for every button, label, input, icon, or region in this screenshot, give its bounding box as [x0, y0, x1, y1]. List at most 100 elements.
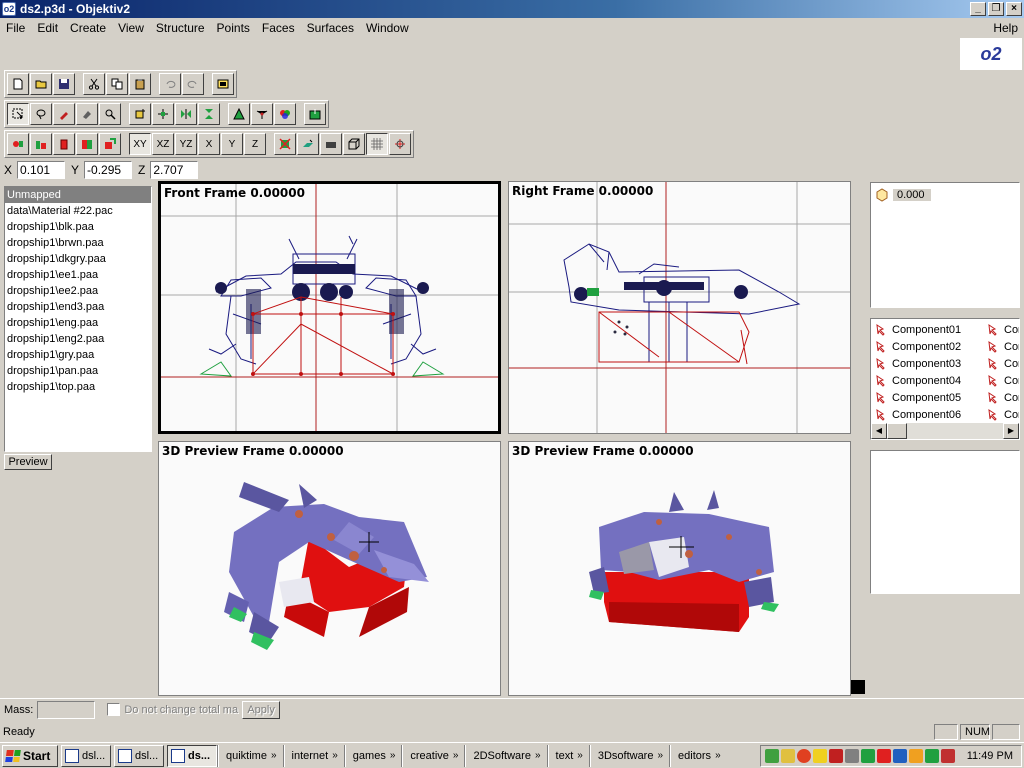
tray-bolt-icon[interactable]: [813, 749, 827, 763]
start-button[interactable]: Start: [2, 744, 58, 767]
view-xz-button[interactable]: XZ: [152, 133, 174, 155]
quicklaunch-group-3dsoftware[interactable]: 3Dsoftware»: [588, 744, 669, 767]
undo-button[interactable]: [159, 73, 181, 95]
paste-button[interactable]: [129, 73, 151, 95]
axis-x-button[interactable]: X: [198, 133, 220, 155]
x-coord-field[interactable]: [17, 161, 66, 179]
menu-edit[interactable]: Edit: [31, 21, 64, 35]
paint-select-button[interactable]: [53, 103, 75, 125]
3d-preview-viewport-right[interactable]: 3D Preview Frame 0.00000: [508, 441, 851, 696]
texture-item[interactable]: dropship1\eng2.paa: [5, 331, 151, 347]
selection-item[interactable]: Com: [987, 338, 1019, 355]
anim-stop-button[interactable]: [53, 133, 75, 155]
move-button[interactable]: [129, 103, 151, 125]
anim-next-button[interactable]: [76, 133, 98, 155]
menu-faces[interactable]: Faces: [256, 21, 301, 35]
restore-button[interactable]: ❐: [988, 2, 1004, 16]
texture-item[interactable]: dropship1\ee1.paa: [5, 267, 151, 283]
color-button[interactable]: [274, 103, 296, 125]
properties-button[interactable]: [212, 73, 234, 95]
bake-button[interactable]: [304, 103, 326, 125]
texture-item[interactable]: dropship1\dkgry.paa: [5, 251, 151, 267]
minimize-button[interactable]: _: [970, 2, 986, 16]
view-yz-button[interactable]: YZ: [175, 133, 197, 155]
o2-app-icon[interactable]: o2: [2, 2, 16, 16]
snap-button[interactable]: [389, 133, 411, 155]
texture-item[interactable]: dropship1\eng.paa: [5, 315, 151, 331]
vertex-button[interactable]: [251, 103, 273, 125]
open-file-button[interactable]: [30, 73, 52, 95]
axis-y-button[interactable]: Y: [221, 133, 243, 155]
selection-item[interactable]: Com: [987, 321, 1019, 338]
mirror-button[interactable]: [175, 103, 197, 125]
quicklaunch-group-2dsoftware[interactable]: 2DSoftware»: [464, 744, 546, 767]
z-coord-field[interactable]: [150, 161, 199, 179]
view-xy-button[interactable]: XY: [129, 133, 151, 155]
copy-button[interactable]: [106, 73, 128, 95]
texture-item[interactable]: Unmapped: [5, 187, 151, 203]
cut-button[interactable]: [83, 73, 105, 95]
tray-antivirus-icon[interactable]: [797, 749, 811, 763]
scroll-left-button[interactable]: ◀: [871, 423, 887, 439]
properties-panel[interactable]: [870, 450, 1020, 594]
viewport-scrollbar[interactable]: [851, 181, 867, 696]
save-button[interactable]: [53, 73, 75, 95]
mass-field[interactable]: [37, 700, 96, 719]
zoom-button[interactable]: [99, 103, 121, 125]
selection-item[interactable]: Com: [987, 389, 1019, 406]
lod-panel[interactable]: 0.000: [870, 182, 1020, 308]
taskbar-task-active[interactable]: ds...: [167, 744, 217, 767]
tray-app-icon[interactable]: [909, 749, 923, 763]
texture-list[interactable]: Unmapped data\Material #22.pac dropship1…: [4, 186, 152, 452]
y-coord-field[interactable]: [84, 161, 133, 179]
create-face-button[interactable]: [228, 103, 250, 125]
menu-structure[interactable]: Structure: [150, 21, 211, 35]
selection-item[interactable]: Component05: [875, 389, 961, 406]
selections-hscrollbar[interactable]: ◀ ▶: [871, 423, 1019, 439]
menu-surfaces[interactable]: Surfaces: [301, 21, 360, 35]
solid-button[interactable]: [320, 133, 342, 155]
clock[interactable]: 11:49 PM: [967, 750, 1013, 762]
selection-item[interactable]: Component02: [875, 338, 961, 355]
resize-grip[interactable]: [851, 680, 865, 694]
scroll-right-button[interactable]: ▶: [1003, 423, 1019, 439]
apply-button[interactable]: Apply: [242, 700, 281, 719]
select-tool-button[interactable]: [7, 103, 29, 125]
texture-item[interactable]: dropship1\pan.paa: [5, 363, 151, 379]
quicklaunch-group-games[interactable]: games»: [343, 744, 402, 767]
scroll-thumb[interactable]: [887, 423, 907, 439]
anim-prev-button[interactable]: [30, 133, 52, 155]
tray-app-icon[interactable]: [829, 749, 843, 763]
tray-app-icon[interactable]: [925, 749, 939, 763]
selection-item[interactable]: Component01: [875, 321, 961, 338]
taskbar-task[interactable]: dsl...: [61, 744, 111, 767]
menu-window[interactable]: Window: [360, 21, 415, 35]
menu-create[interactable]: Create: [64, 21, 112, 35]
texture-item[interactable]: dropship1\ee2.paa: [5, 283, 151, 299]
texture-item[interactable]: data\Material #22.pac: [5, 203, 151, 219]
tray-network-icon[interactable]: [765, 749, 779, 763]
disable-button[interactable]: [274, 133, 296, 155]
front-viewport[interactable]: Front Frame 0.00000: [158, 181, 501, 434]
tray-app-icon[interactable]: [781, 749, 795, 763]
flip-button[interactable]: [198, 103, 220, 125]
menu-points[interactable]: Points: [211, 21, 256, 35]
quicklaunch-group-internet[interactable]: internet»: [282, 744, 344, 767]
keep-total-mass-checkbox[interactable]: [107, 703, 121, 716]
selection-item[interactable]: Component04: [875, 372, 961, 389]
quicklaunch-group-editors[interactable]: editors»: [669, 744, 727, 767]
selections-panel[interactable]: Component01 Component02 Component03 Comp…: [870, 318, 1020, 440]
grid-button[interactable]: [366, 133, 388, 155]
selection-item[interactable]: Com: [987, 355, 1019, 372]
3d-preview-viewport-left[interactable]: 3D Preview Frame 0.00000: [158, 441, 501, 696]
texture-item[interactable]: dropship1\top.paa: [5, 379, 151, 395]
eraser-button[interactable]: [76, 103, 98, 125]
tray-app-icon[interactable]: [877, 749, 891, 763]
quicklaunch-group-quiktime[interactable]: quiktime»: [217, 744, 283, 767]
taskbar-task[interactable]: dsl...: [114, 744, 164, 767]
selection-item[interactable]: Com: [987, 372, 1019, 389]
selection-item[interactable]: Com: [987, 406, 1019, 423]
preview-button[interactable]: Preview: [4, 454, 52, 470]
tray-zonealarm-icon[interactable]: [941, 749, 955, 763]
anim-first-button[interactable]: [7, 133, 29, 155]
